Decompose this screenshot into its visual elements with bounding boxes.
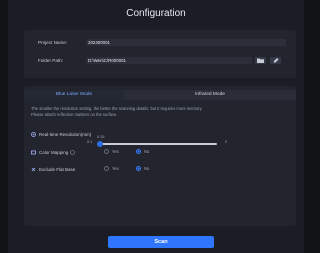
hint-line-2: Please attach reflective markers on the … [31,112,118,117]
project-panel: Project Name: 202400001 Folder Path: D:\… [24,30,296,78]
resolution-hint: The smaller the resolution setting, the … [31,106,286,118]
edit-icon [273,58,278,63]
color-mapping-row: Color Mapping [31,148,76,156]
flat-base-icon [31,167,36,171]
color-mapping-no-label: No [144,149,150,154]
resolution-row: Real-time Resolution(mm) [31,130,91,138]
color-mapping-yes-label: Yes [112,149,119,154]
exclude-flat-base-yes-label: Yes [112,166,119,171]
color-mapping-label: Color Mapping [39,149,69,155]
slider-track[interactable] [97,143,217,145]
resolution-slider[interactable]: 0.1 0.15 2 [87,135,227,148]
resolution-icon [31,131,36,137]
slider-max-label: 2 [224,140,227,144]
exclude-flat-base-no-label: No [144,166,150,171]
color-mapping-yes[interactable]: Yes [104,149,119,154]
project-name-label: Project Name: [38,40,68,45]
color-mapping-icon [31,150,36,154]
slider-value-label: 0.15 [97,135,105,139]
slider-min-label: 0.1 [87,140,93,144]
resolution-label: Real-time Resolution(mm) [39,131,92,137]
radio-dot [136,166,141,171]
slider-thumb[interactable] [97,141,104,147]
mode-tabs: Blue Laser Mode Infrared Mode [24,90,296,100]
window-title: Configuration [126,8,186,19]
configuration-window: Configuration Project Name: 202400001 Fo… [8,0,304,253]
browse-folder-button[interactable] [255,57,266,64]
radio-dot [104,149,109,154]
scan-button[interactable]: Scan [108,236,214,248]
exclude-flat-base-yes[interactable]: Yes [104,166,119,171]
scan-settings-panel: Blue Laser Mode Infrared Mode The smalle… [24,86,296,226]
info-icon [70,149,76,155]
exclude-flat-base-label: Exclude Flat Base [39,166,76,172]
folder-icon [257,58,264,63]
tab-infrared-mode[interactable]: Infrared Mode [124,90,296,100]
color-mapping-no[interactable]: No [136,149,149,154]
radio-dot [104,166,109,171]
folder-path-label: Folder Path: [38,58,64,63]
folder-path-input[interactable]: D:\Wen\C\R000001 [86,57,252,64]
project-name-input[interactable]: 202400001 [86,39,286,46]
exclude-flat-base-row: Exclude Flat Base [31,165,75,173]
edit-folder-button[interactable] [270,57,281,64]
tab-blue-laser-mode[interactable]: Blue Laser Mode [24,90,124,100]
radio-dot [136,149,141,154]
exclude-flat-base-no[interactable]: No [136,166,149,171]
